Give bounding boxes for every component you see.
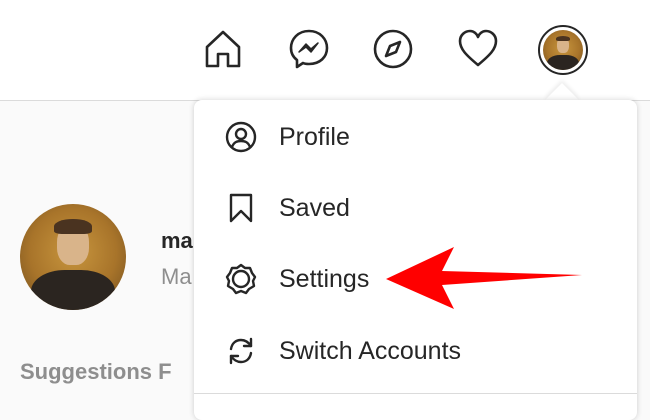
menu-item-saved[interactable]: Saved	[194, 173, 637, 243]
menu-item-label: Settings	[279, 264, 370, 293]
profile-icon	[224, 120, 258, 154]
menu-item-switch-accounts[interactable]: Switch Accounts	[194, 316, 637, 386]
menu-item-profile[interactable]: Profile	[194, 102, 637, 172]
messenger-icon[interactable]	[286, 26, 332, 72]
menu-item-label: Saved	[279, 193, 350, 222]
menu-item-label: Switch Accounts	[279, 336, 462, 365]
switch-accounts-icon	[224, 334, 258, 368]
annotation-arrow-icon	[386, 247, 582, 309]
bookmark-icon	[224, 191, 258, 225]
menu-divider	[194, 393, 637, 394]
profile-avatar-button[interactable]	[538, 25, 588, 75]
activity-heart-icon[interactable]	[455, 26, 501, 72]
home-icon[interactable]	[200, 26, 246, 72]
menu-item-label: Profile	[279, 122, 350, 151]
settings-gear-icon	[224, 262, 258, 296]
suggestions-heading: Suggestions F	[20, 359, 172, 384]
explore-icon[interactable]	[370, 26, 416, 72]
top-nav-bar	[0, 0, 650, 101]
avatar	[543, 30, 583, 70]
user-avatar-large[interactable]	[20, 204, 126, 310]
username[interactable]: ma	[161, 228, 193, 254]
full-name: Ma	[161, 264, 192, 289]
